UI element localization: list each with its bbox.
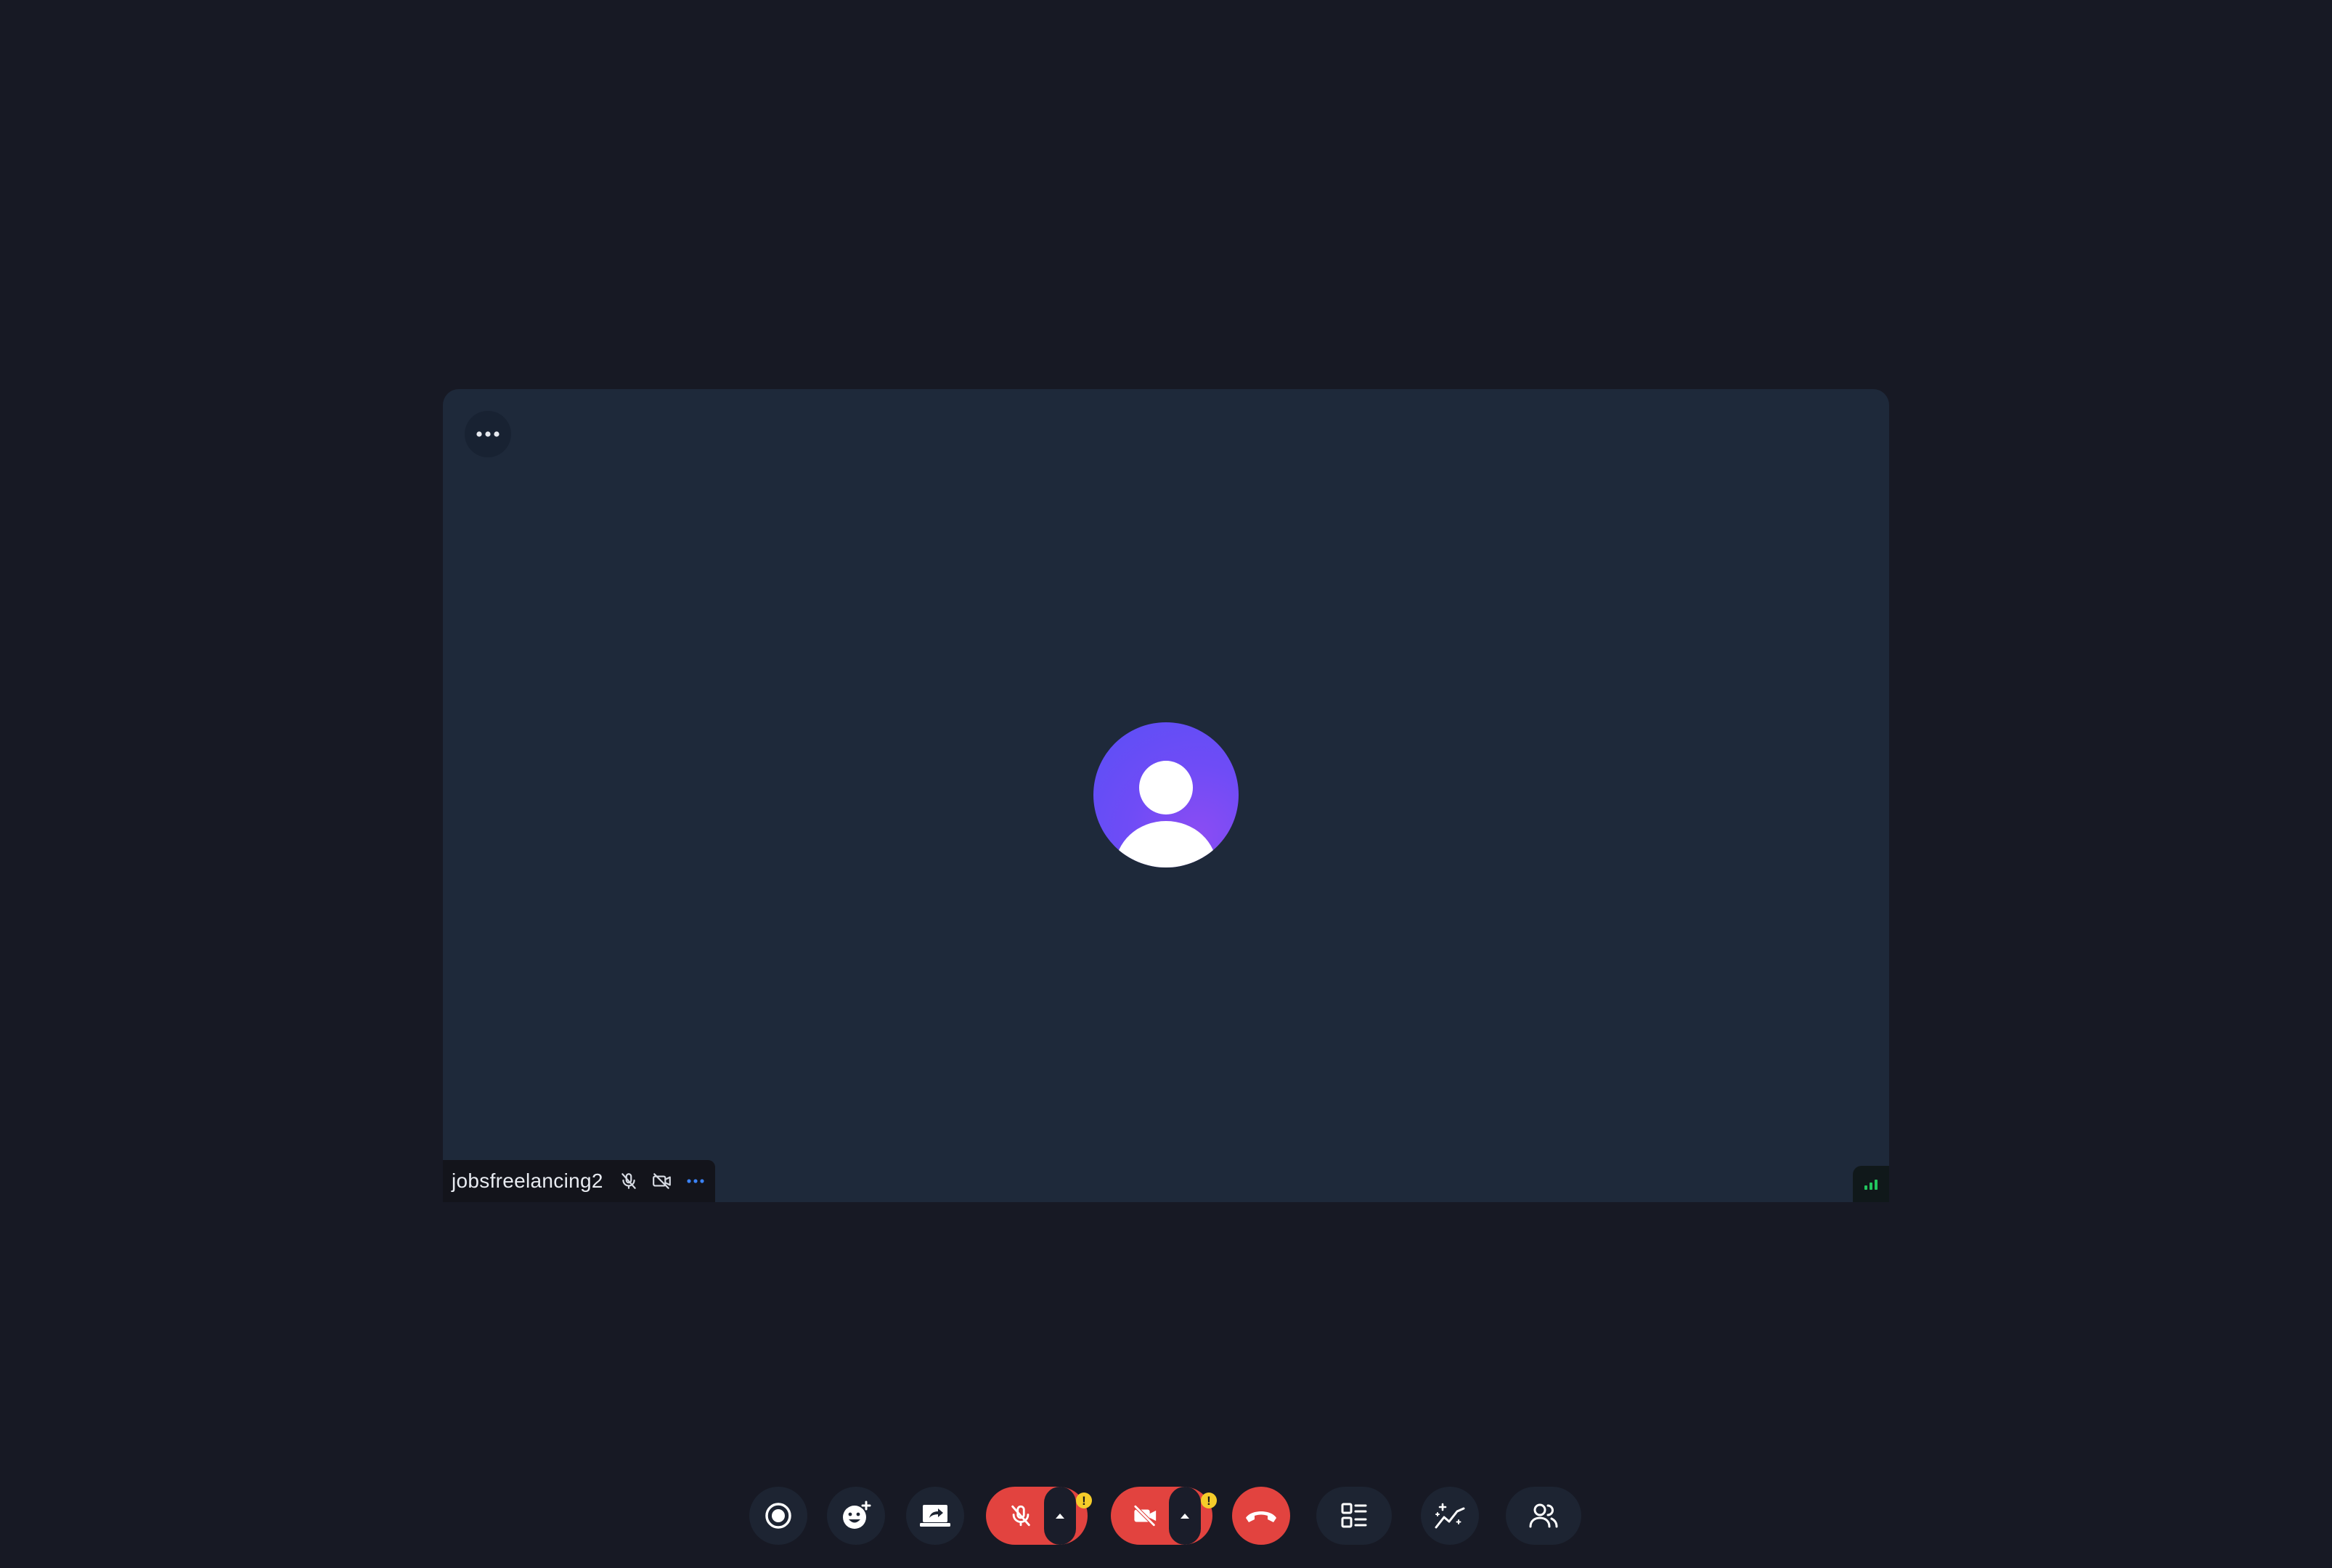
sparkle-chart-icon	[1434, 1501, 1466, 1530]
mic-off-icon	[1006, 1501, 1035, 1530]
camera-warning-badge: !	[1201, 1493, 1217, 1508]
screen-share-icon	[919, 1503, 951, 1529]
emoji-icon	[841, 1500, 871, 1531]
leave-call-button[interactable]	[1232, 1487, 1290, 1545]
more-horizontal-icon	[476, 431, 500, 437]
layout-list-icon	[1340, 1502, 1368, 1530]
layout-button[interactable]	[1316, 1487, 1392, 1545]
share-screen-button[interactable]	[906, 1487, 964, 1545]
user-silhouette-icon	[1093, 722, 1239, 867]
effects-button[interactable]	[1421, 1487, 1479, 1545]
video-off-icon	[1131, 1501, 1160, 1530]
call-controls-toolbar: ! !	[0, 1487, 2332, 1545]
participant-name: jobsfreelancing2	[452, 1169, 603, 1192]
participant-more-options-icon[interactable]	[685, 1170, 706, 1192]
signal-bars-icon	[1864, 1178, 1878, 1190]
participants-button[interactable]	[1506, 1487, 1581, 1545]
tile-more-options-button[interactable]	[465, 411, 511, 457]
microphone-control: !	[986, 1487, 1095, 1545]
participant-avatar	[1093, 722, 1239, 867]
chevron-up-icon	[1180, 1512, 1190, 1519]
phone-hangup-icon	[1244, 1507, 1279, 1524]
people-icon	[1529, 1503, 1558, 1529]
connection-quality-indicator[interactable]	[1853, 1166, 1889, 1202]
mic-off-icon	[618, 1170, 640, 1192]
chevron-up-icon	[1055, 1512, 1065, 1519]
record-button[interactable]	[749, 1487, 807, 1545]
camera-control: !	[1111, 1487, 1220, 1545]
camera-options-button[interactable]	[1169, 1487, 1201, 1545]
video-off-icon	[651, 1170, 673, 1192]
record-icon	[764, 1501, 793, 1530]
participant-name-tag: jobsfreelancing2	[443, 1160, 715, 1202]
microphone-warning-badge: !	[1076, 1493, 1092, 1508]
reactions-button[interactable]	[827, 1487, 885, 1545]
call-stage: jobsfreelancing2 ! !	[0, 0, 2332, 1568]
microphone-options-button[interactable]	[1044, 1487, 1076, 1545]
participant-tile[interactable]: jobsfreelancing2	[443, 389, 1889, 1202]
